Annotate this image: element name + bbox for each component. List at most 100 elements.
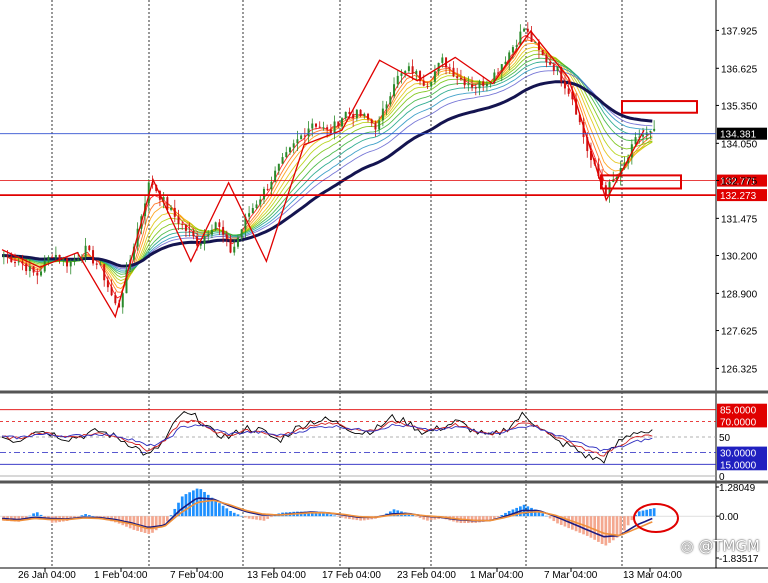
oscillator-level-label: 30.0000	[720, 449, 757, 460]
histogram-bar	[87, 515, 91, 517]
candle-body	[110, 287, 113, 296]
candle-body	[262, 188, 265, 200]
candle-body	[482, 81, 485, 86]
time-tick-label: 7 Mar 04:00	[544, 570, 598, 581]
histogram-bar	[203, 491, 206, 517]
candle-body	[2, 255, 5, 257]
histogram-bar	[262, 516, 266, 521]
histogram-bar	[192, 490, 195, 517]
time-tick-label: 17 Feb 04:00	[322, 570, 381, 581]
candle-body	[296, 139, 299, 144]
candle-body	[485, 83, 488, 86]
histogram-bar	[32, 513, 35, 517]
histogram-bar	[255, 516, 258, 520]
candle-body	[25, 263, 28, 272]
histogram-bar	[619, 516, 623, 536]
candle-body	[6, 255, 9, 257]
candle-body	[177, 216, 180, 224]
candle-body	[84, 245, 87, 258]
candle-body	[378, 120, 381, 130]
price-tick-label: 132.775	[721, 176, 758, 187]
candle-body	[497, 72, 500, 74]
candle-body	[355, 109, 358, 119]
histogram-bar	[597, 516, 600, 542]
chart-canvas: 134.381132.771132.273 85.000070.00005030…	[0, 0, 768, 583]
candle-body	[426, 85, 429, 87]
tmgm-logo-icon: ◎	[680, 537, 699, 555]
candle-body	[441, 57, 444, 63]
histogram-bar	[344, 516, 348, 519]
histogram-bar	[221, 505, 225, 517]
candle-body	[121, 293, 124, 308]
histogram-bar	[244, 516, 247, 518]
candle-body	[329, 129, 332, 134]
candle-body	[322, 127, 325, 129]
candle-body	[552, 64, 555, 71]
candle-body	[88, 245, 91, 251]
candle-body	[170, 207, 173, 210]
candle-body	[333, 121, 336, 134]
candle-body	[393, 84, 396, 97]
candle-body	[653, 128, 656, 131]
price-tag-label: 132.273	[720, 191, 757, 202]
candle-body	[526, 28, 529, 32]
histogram-tick-label: -1.83517	[719, 554, 759, 565]
price-tick-label: 127.625	[721, 327, 758, 338]
histogram-bar	[333, 515, 336, 517]
histogram-bar	[28, 515, 32, 517]
histogram-bar	[247, 516, 251, 519]
candle-body	[162, 197, 165, 200]
candle-body	[341, 118, 344, 127]
candle-body	[563, 81, 566, 89]
candle-body	[28, 266, 31, 272]
candle-body	[69, 261, 72, 267]
candle-body	[311, 123, 314, 129]
candle-body	[233, 246, 236, 253]
candle-body	[192, 231, 195, 237]
candle-body	[248, 213, 251, 217]
candle-body	[73, 259, 76, 262]
candle-body	[523, 28, 526, 32]
candle-body	[92, 250, 95, 264]
histogram-bar	[218, 503, 221, 517]
time-tick-label: 13 Feb 04:00	[247, 570, 306, 581]
histogram-bar	[325, 513, 329, 517]
histogram-bar	[143, 516, 147, 533]
histogram-bar	[630, 516, 634, 521]
candle-body	[66, 258, 69, 267]
candle-body	[649, 130, 652, 133]
candle-body	[259, 199, 262, 205]
candle-body	[47, 256, 50, 262]
candle-body	[99, 264, 102, 266]
time-tick-label: 13 Mar 04:00	[623, 570, 682, 581]
candle-body	[274, 170, 277, 182]
candle-body	[218, 222, 221, 227]
candle-body	[277, 163, 280, 171]
price-tick-label: 126.325	[721, 364, 758, 375]
candle-body	[51, 256, 54, 258]
histogram-bar	[214, 500, 218, 517]
candle-body	[545, 55, 548, 63]
candle-body	[222, 226, 225, 235]
histogram-bar	[229, 510, 232, 517]
candle-body	[504, 61, 507, 65]
histogram-bar	[608, 516, 611, 543]
candle-body	[184, 224, 187, 231]
candle-body	[54, 254, 57, 258]
candle-body	[32, 266, 35, 273]
candle-body	[10, 256, 13, 263]
histogram-bar	[545, 515, 548, 517]
candle-body	[400, 73, 403, 76]
candle-body	[95, 263, 98, 265]
candle-body	[17, 261, 20, 263]
candle-body	[21, 261, 24, 264]
candle-body	[448, 67, 451, 69]
histogram-bar	[169, 515, 173, 517]
histogram-tick-label: 0.00	[719, 512, 739, 523]
time-tick-label: 1 Feb 04:00	[94, 570, 148, 581]
histogram-bar	[266, 516, 270, 519]
time-tick-label: 26 Jan 04:00	[18, 570, 76, 581]
histogram-bar	[649, 508, 652, 517]
histogram-bar	[600, 516, 604, 544]
oscillator-level-label: 50	[719, 433, 731, 444]
